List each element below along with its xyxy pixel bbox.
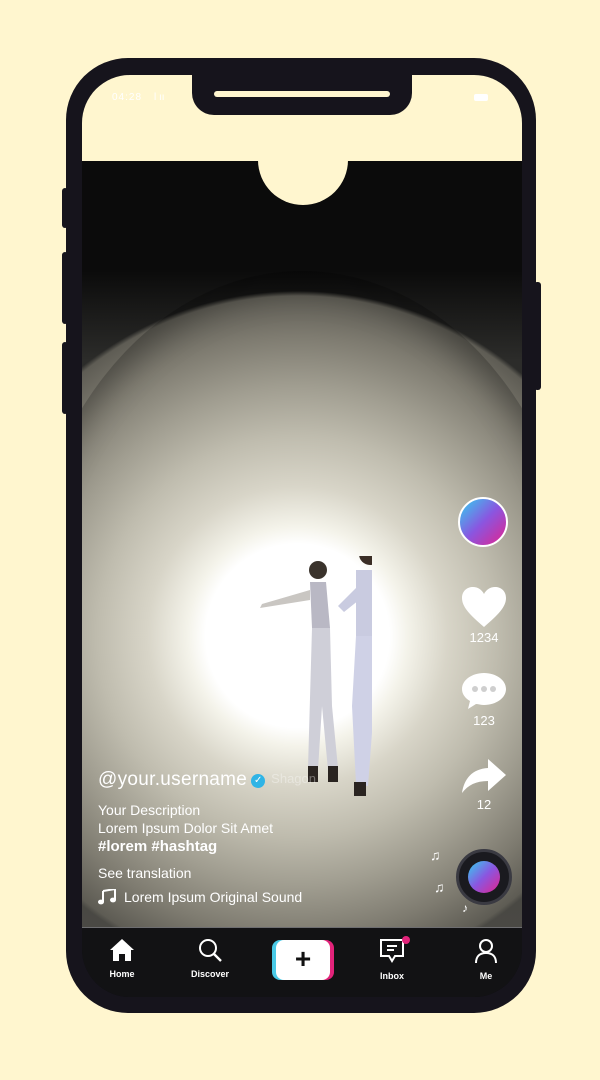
sound-disc-button[interactable] bbox=[456, 849, 512, 905]
phone-side-button bbox=[62, 188, 68, 228]
home-icon bbox=[110, 939, 134, 961]
post-description: Your Description bbox=[98, 802, 201, 818]
sound-row[interactable]: Lorem Ipsum Original Sound bbox=[98, 889, 428, 905]
inbox-icon bbox=[380, 939, 404, 963]
profile-icon bbox=[475, 939, 497, 964]
phone-notch bbox=[192, 75, 412, 115]
music-note-icon: ♫ bbox=[434, 879, 445, 895]
faded-overlay-text: Shagon bbox=[271, 771, 316, 786]
creator-avatar[interactable] bbox=[458, 497, 508, 547]
music-note-icon: ♪ bbox=[462, 901, 468, 915]
share-count: 12 bbox=[476, 797, 492, 812]
share-icon[interactable] bbox=[460, 757, 508, 795]
nav-home[interactable]: Home bbox=[92, 938, 152, 979]
phone-volume-up bbox=[62, 252, 68, 324]
sound-disc-cover bbox=[468, 861, 500, 893]
nav-home-label: Home bbox=[109, 969, 135, 979]
heart-icon[interactable] bbox=[460, 585, 508, 629]
notification-dot bbox=[402, 936, 410, 944]
status-time: 04:28 bbox=[112, 92, 143, 103]
nav-inbox[interactable]: Inbox bbox=[362, 936, 422, 981]
comment-count: 123 bbox=[473, 713, 495, 728]
create-button[interactable]: + bbox=[272, 940, 334, 980]
phone-power-button bbox=[534, 282, 541, 390]
like-count: 1234 bbox=[469, 630, 499, 645]
signal-icon: l ıı bbox=[154, 92, 165, 103]
bottom-navigation: Home Discover + Inbox Me bbox=[82, 927, 522, 997]
post-hashtags[interactable]: #lorem #hashtag bbox=[98, 837, 428, 857]
plus-icon: + bbox=[276, 940, 330, 980]
music-note-icon bbox=[98, 889, 116, 905]
nav-inbox-label: Inbox bbox=[380, 971, 404, 981]
battery-icon bbox=[474, 94, 488, 101]
nav-me[interactable]: Me bbox=[456, 938, 516, 981]
verified-badge-icon: ✓ bbox=[251, 774, 266, 788]
search-icon bbox=[199, 939, 222, 962]
nav-discover[interactable]: Discover bbox=[180, 938, 240, 979]
creator-username[interactable]: @your.username bbox=[98, 769, 247, 791]
music-note-icon: ♫ bbox=[430, 847, 441, 863]
post-description-line2: Lorem Ipsum Dolor Sit Amet bbox=[98, 820, 274, 836]
phone-screen: 04:28 l ıı 1234 123 12 ♫ ♫ ♪ @your.usern… bbox=[82, 75, 522, 997]
nav-me-label: Me bbox=[479, 971, 493, 981]
speaker-grille bbox=[214, 91, 390, 97]
comment-icon[interactable] bbox=[460, 671, 508, 711]
post-caption: @your.username ✓ Shagon Your Description L… bbox=[98, 769, 428, 905]
phone-volume-down bbox=[62, 342, 68, 414]
see-translation-link[interactable]: See translation bbox=[98, 865, 428, 881]
nav-discover-label: Discover bbox=[190, 969, 230, 979]
sound-name: Lorem Ipsum Original Sound bbox=[124, 889, 303, 905]
